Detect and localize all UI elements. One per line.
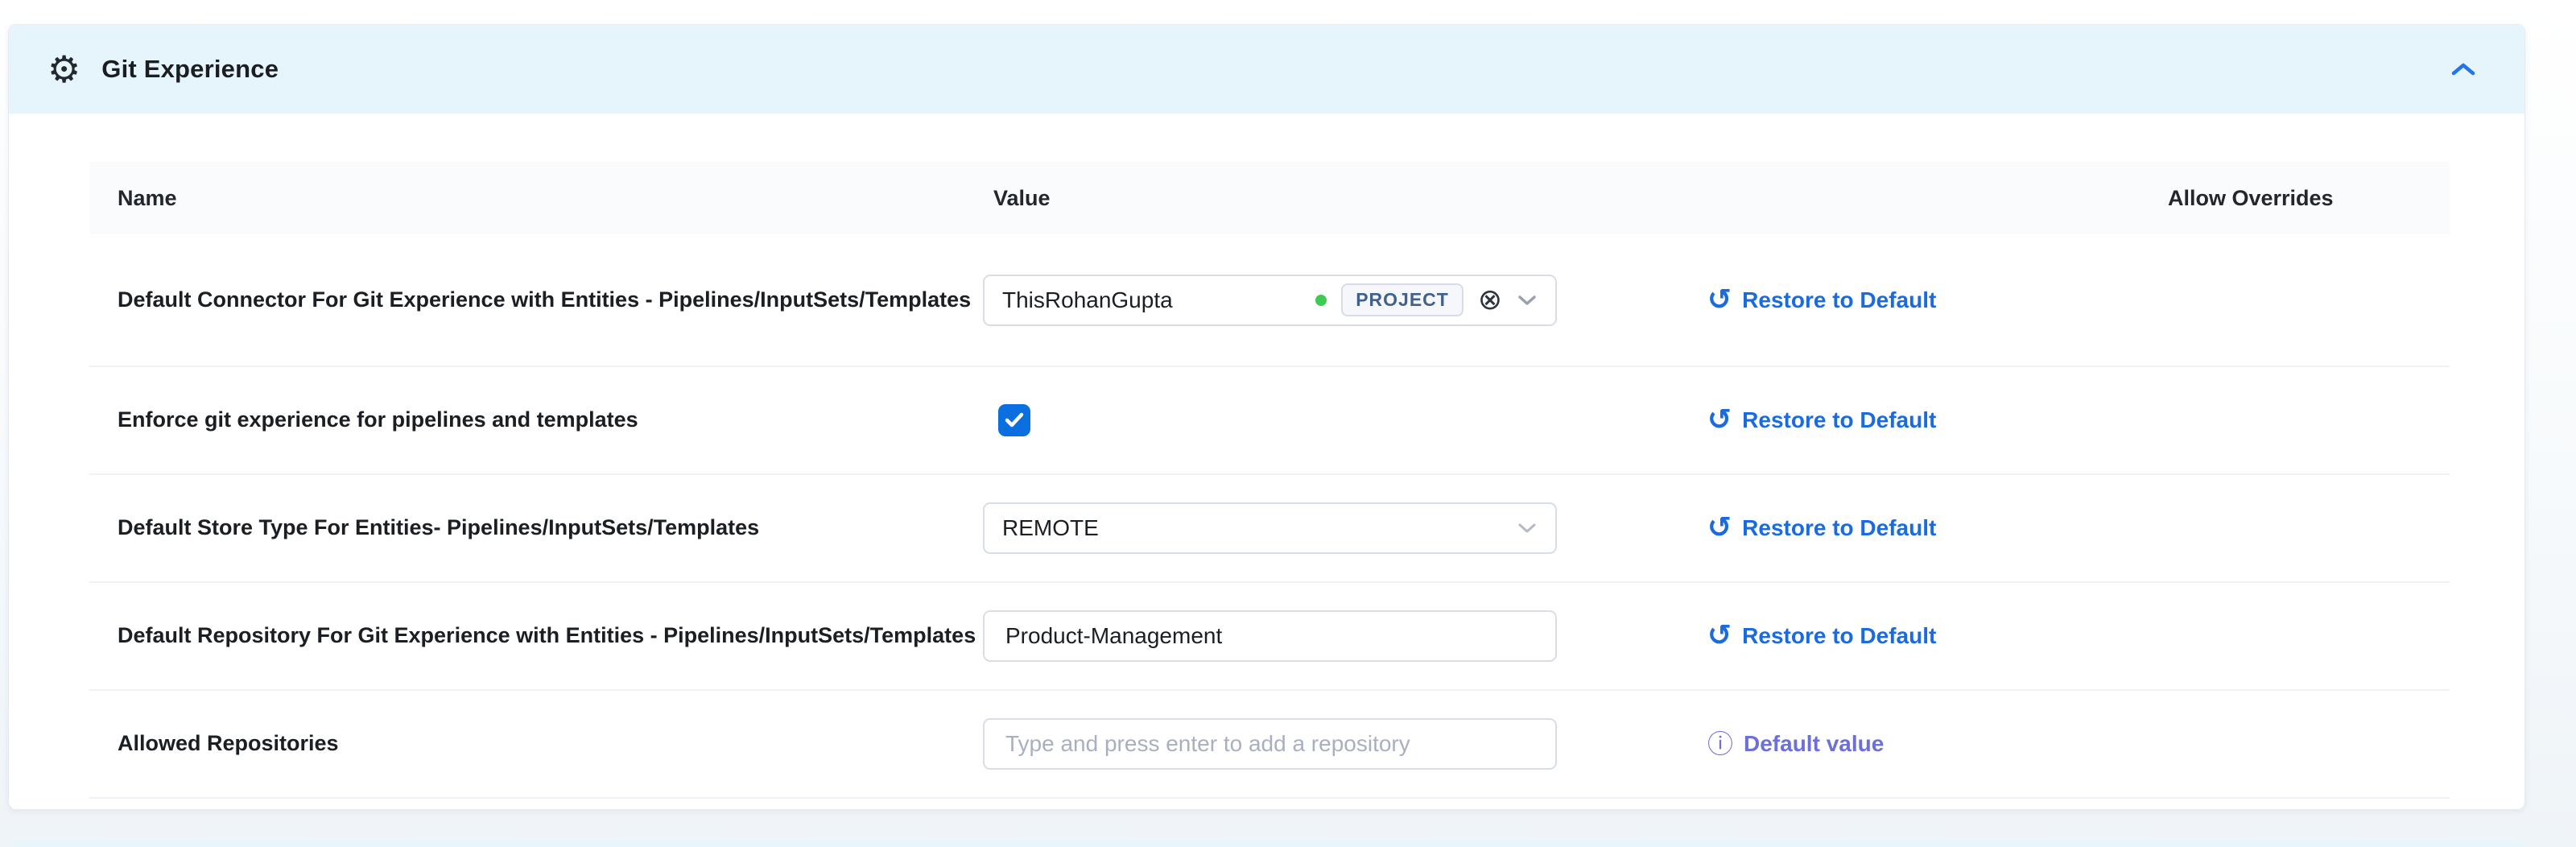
enforce-git-experience-checkbox[interactable]: [998, 404, 1030, 436]
scope-badge: PROJECT: [1341, 283, 1463, 317]
column-header-name: Name: [118, 186, 177, 211]
next-accordion-section-top[interactable]: [11, 840, 2525, 847]
restore-icon: ↺: [1707, 514, 1732, 543]
setting-name: Default Store Type For Entities- Pipelin…: [89, 514, 983, 542]
restore-to-default-button[interactable]: ↺ Restore to Default: [1707, 622, 1936, 651]
clear-connector-icon[interactable]: ⊗: [1478, 286, 1502, 315]
chevron-up-icon: [2450, 61, 2477, 77]
table-row-allowed-repositories: Allowed Repositories ⓘ Default value: [89, 691, 2450, 799]
settings-gear-icon: ⚙: [47, 51, 80, 88]
table-row-enforce-git-experience: Enforce git experience for pipelines and…: [89, 367, 2450, 475]
connector-value: ThisRohanGupta: [1002, 287, 1173, 313]
restore-to-default-button[interactable]: ↺ Restore to Default: [1707, 286, 1936, 315]
table-row-default-store-type: Default Store Type For Entities- Pipelin…: [89, 475, 2450, 583]
allowed-repositories-input[interactable]: [983, 718, 1557, 770]
restore-to-default-button[interactable]: ↺ Restore to Default: [1707, 406, 1936, 435]
restore-icon: ↺: [1707, 622, 1732, 651]
default-value-indicator[interactable]: ⓘ Default value: [1707, 731, 1884, 757]
connector-select-field[interactable]: ThisRohanGupta PROJECT ⊗: [983, 275, 1557, 326]
table-row-default-connector: Default Connector For Git Experience wit…: [89, 234, 2450, 367]
section-title: Git Experience: [101, 55, 279, 84]
restore-icon: ↺: [1707, 406, 1732, 435]
setting-name: Allowed Repositories: [89, 729, 983, 758]
git-experience-settings-panel: ⚙ Git Experience Name Value Allow Overri…: [8, 24, 2525, 810]
collapse-section-button[interactable]: [2441, 47, 2486, 92]
settings-table: Name Value Allow Overrides Default Conne…: [89, 138, 2450, 799]
chevron-down-icon[interactable]: [1517, 294, 1538, 307]
checkmark-icon: [1004, 411, 1025, 429]
setting-name: Default Repository For Git Experience wi…: [89, 622, 983, 650]
table-row-default-repository: Default Repository For Git Experience wi…: [89, 583, 2450, 691]
restore-icon: ↺: [1707, 286, 1732, 315]
store-type-value: REMOTE: [1002, 515, 1099, 541]
default-repository-input[interactable]: [983, 610, 1557, 662]
setting-name: Default Connector For Git Experience wit…: [89, 286, 983, 314]
table-column-headers: Name Value Allow Overrides: [89, 162, 2450, 234]
connector-status-dot: [1315, 295, 1327, 306]
store-type-select[interactable]: REMOTE: [983, 502, 1557, 554]
column-header-allow-overrides: Allow Overrides: [2168, 186, 2334, 211]
accordion-header-git-experience[interactable]: ⚙ Git Experience: [9, 25, 2524, 114]
setting-name: Enforce git experience for pipelines and…: [89, 406, 983, 434]
chevron-down-icon: [1517, 522, 1538, 535]
info-icon: ⓘ: [1707, 731, 1733, 757]
restore-to-default-button[interactable]: ↺ Restore to Default: [1707, 514, 1936, 543]
column-header-value: Value: [993, 186, 1051, 211]
